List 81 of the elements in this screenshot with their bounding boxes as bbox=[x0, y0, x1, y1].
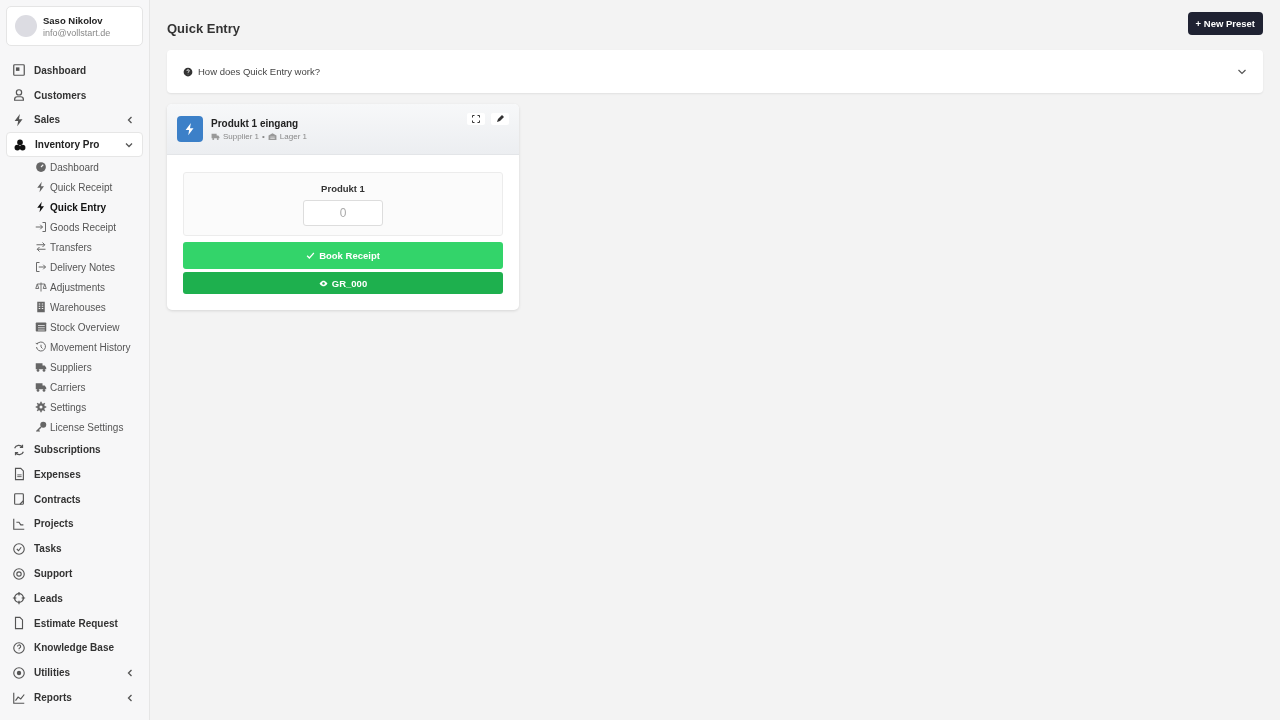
expand-button[interactable] bbox=[467, 113, 485, 125]
product-name: Produkt 1 bbox=[321, 182, 365, 194]
note-icon bbox=[12, 492, 26, 507]
chart-icon bbox=[12, 516, 26, 531]
building-icon bbox=[35, 301, 47, 314]
history-icon bbox=[35, 341, 47, 354]
sidebar-subitem[interactable]: Quick Entry bbox=[6, 197, 143, 218]
check-circle-icon bbox=[12, 541, 26, 556]
avatar bbox=[15, 15, 37, 37]
help-question: How does Quick Entry work? bbox=[198, 66, 321, 77]
sidebar-item[interactable]: Inventory Pro bbox=[6, 132, 143, 158]
quantity-field[interactable]: 0 bbox=[303, 199, 383, 226]
swap-arrows-icon bbox=[35, 241, 47, 254]
file-icon bbox=[12, 616, 26, 631]
sidebar-item[interactable]: Utilities bbox=[6, 660, 143, 686]
sign-out-icon bbox=[35, 261, 47, 274]
separator-dot: • bbox=[262, 131, 265, 141]
sidebar-item[interactable]: Customers bbox=[6, 82, 143, 108]
sidebar-item[interactable]: Reports bbox=[6, 685, 143, 710]
sidebar-subitem[interactable]: Delivery Notes bbox=[6, 257, 143, 278]
crosshair-icon bbox=[12, 591, 26, 606]
sign-in-icon bbox=[35, 221, 47, 234]
question-icon bbox=[183, 66, 193, 77]
truck-icon bbox=[211, 131, 220, 141]
check-icon bbox=[306, 251, 316, 260]
sidebar-item[interactable]: Expenses bbox=[6, 462, 143, 487]
sidebar-subitem[interactable]: Carriers bbox=[6, 377, 143, 398]
new-preset-button[interactable]: + New Preset bbox=[1187, 12, 1263, 35]
truck-icon bbox=[35, 381, 47, 394]
question-icon bbox=[12, 640, 26, 655]
person-icon bbox=[12, 88, 26, 103]
warehouse-icon bbox=[267, 131, 277, 141]
warehouse-label: Lager 1 bbox=[279, 131, 307, 141]
eye-icon bbox=[318, 278, 328, 288]
sidebar-subitem[interactable]: Settings bbox=[6, 397, 143, 418]
user-card[interactable]: Saso Nikolov info@vollstart.de bbox=[6, 6, 143, 46]
preset-title: Produkt 1 eingang bbox=[211, 117, 300, 129]
gauge-icon bbox=[35, 161, 47, 174]
sidebar-item[interactable]: Knowledge Base bbox=[6, 635, 143, 661]
sidebar-subitem[interactable]: License Settings bbox=[6, 417, 143, 438]
sidebar-subitem[interactable]: Goods Receipt bbox=[6, 217, 143, 238]
supplier-label: Supplier 1 bbox=[223, 131, 260, 141]
lightning-icon bbox=[35, 201, 47, 214]
expand-icon bbox=[472, 115, 480, 123]
lightning-logo-icon bbox=[177, 116, 203, 142]
dashboard-icon bbox=[12, 63, 26, 78]
user-email: info@vollstart.de bbox=[43, 27, 111, 38]
sidebar-item[interactable]: Estimate Request bbox=[6, 610, 143, 636]
lifebuoy-icon bbox=[12, 566, 26, 581]
cubes-icon bbox=[13, 137, 27, 152]
sidebar-subitem[interactable]: Dashboard bbox=[6, 157, 143, 178]
user-name: Saso Nikolov bbox=[43, 14, 104, 26]
scale-icon bbox=[35, 281, 47, 294]
sidebar-subitem[interactable]: Transfers bbox=[6, 237, 143, 258]
lightning-icon bbox=[35, 181, 47, 194]
sidebar-item[interactable]: Dashboard bbox=[6, 58, 143, 83]
help-accordion[interactable]: How does Quick Entry work? bbox=[167, 50, 1263, 93]
sidebar-item[interactable]: Leads bbox=[6, 585, 143, 611]
sidebar-subitem[interactable]: Suppliers bbox=[6, 357, 143, 378]
sidebar-subitem[interactable]: Quick Receipt bbox=[6, 177, 143, 198]
radio-icon bbox=[12, 665, 26, 680]
page-title: Quick Entry bbox=[167, 20, 240, 36]
sidebar-item[interactable]: Subscriptions bbox=[6, 437, 143, 462]
gear-icon bbox=[35, 401, 47, 414]
line-chart-icon bbox=[12, 690, 26, 705]
cycle-icon bbox=[12, 442, 26, 457]
truck-icon bbox=[35, 361, 47, 374]
sidebar-item[interactable]: Contracts bbox=[6, 486, 143, 512]
sidebar-subitem[interactable]: Movement History bbox=[6, 337, 143, 358]
pencil-icon bbox=[496, 115, 504, 123]
sidebar-subitem[interactable]: Warehouses bbox=[6, 297, 143, 318]
sidebar-item[interactable]: Tasks bbox=[6, 536, 143, 562]
document-icon bbox=[12, 467, 26, 482]
edit-button[interactable] bbox=[491, 113, 509, 125]
sidebar-item[interactable]: Projects bbox=[6, 511, 143, 537]
sidebar-subitem[interactable]: Stock Overview bbox=[6, 317, 143, 338]
sidebar-item[interactable]: Sales bbox=[6, 107, 143, 133]
key-icon bbox=[35, 421, 47, 434]
sidebar-subitem[interactable]: Adjustments bbox=[6, 277, 143, 298]
table-icon bbox=[35, 321, 47, 334]
sidebar-item[interactable]: Support bbox=[6, 561, 143, 586]
